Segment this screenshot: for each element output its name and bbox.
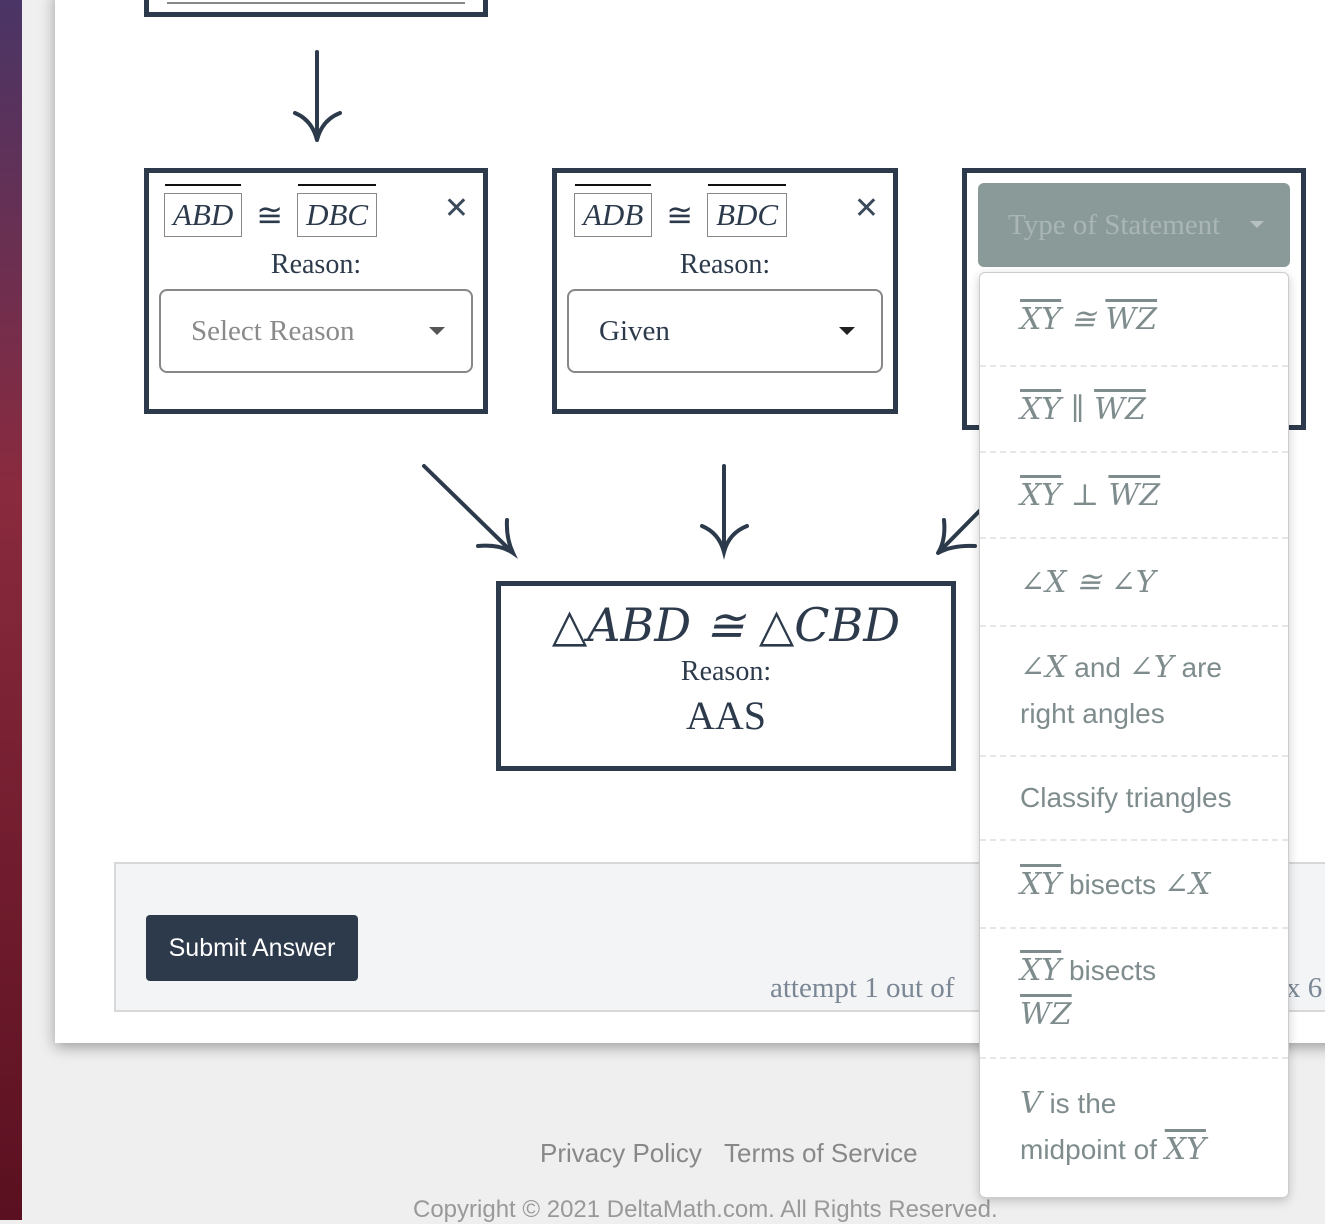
segment-left[interactable]: ADB — [574, 184, 653, 237]
menu-item-congruent-segments[interactable]: XY ≅ WZ — [980, 273, 1288, 367]
option-label: ∠X and ∠Y are right angles — [1020, 650, 1222, 729]
type-of-statement-menu: XY ≅ WZ XY ∥ WZ XY ⊥ WZ ∠X ≅ ∠Y ∠X and ∠… — [979, 272, 1289, 1198]
type-placeholder: Type of Statement — [1008, 209, 1221, 241]
reason-label: Reason: — [679, 249, 771, 280]
menu-item-congruent-angles[interactable]: ∠X ≅ ∠Y — [980, 539, 1288, 627]
close-icon[interactable]: ✕ — [854, 191, 879, 226]
attempt-text-right: x 6 — [1286, 972, 1323, 1004]
type-of-statement-button[interactable]: Type of Statement — [978, 183, 1290, 267]
conclusion-statement: △ABD ≅ △CBD — [551, 598, 901, 652]
option-label: XY bisects ∠X — [1020, 866, 1211, 902]
statement-box-2: ADB ≅ BDC ✕ Reason: Given — [552, 168, 898, 414]
attempt-text: attempt 1 out of — [770, 972, 955, 1004]
reason-label: Reason: — [680, 656, 772, 687]
menu-item-right-angles[interactable]: ∠X and ∠Y are right angles — [980, 627, 1288, 757]
segment-left[interactable]: ABD — [164, 184, 243, 237]
chevron-down-icon — [839, 327, 855, 335]
congruent-symbol: ≅ — [666, 197, 694, 233]
segment-right[interactable]: DBC — [297, 184, 378, 237]
congruent-symbol: ≅ — [256, 197, 284, 233]
menu-item-midpoint[interactable]: V is the midpoint of XY — [980, 1059, 1288, 1195]
option-label: ∠X ≅ ∠Y — [1020, 564, 1156, 600]
desktop-edge — [0, 0, 22, 1220]
menu-item-bisects-angle[interactable]: XY bisects ∠X — [980, 841, 1288, 929]
reason-select[interactable]: Select Reason — [159, 289, 473, 373]
submit-answer-button[interactable]: Submit Answer — [146, 915, 358, 981]
menu-item-bisects-segment[interactable]: XY bisects WZ — [980, 929, 1288, 1059]
option-label: XY bisects WZ — [1020, 953, 1157, 1032]
menu-item-parallel-segments[interactable]: XY ∥ WZ — [980, 367, 1288, 453]
segment-right[interactable]: BDC — [707, 184, 788, 237]
reason-value: Given — [599, 314, 670, 347]
option-label: V is the midpoint of XY — [1020, 1086, 1206, 1167]
reason-label: Reason: — [270, 249, 362, 280]
statement-box-1: ABD ≅ DBC ✕ Reason: Select Reason — [144, 168, 488, 414]
chevron-down-icon — [429, 327, 445, 335]
option-label: XY ⊥ WZ — [1020, 477, 1161, 513]
option-label: XY ≅ WZ — [1020, 301, 1158, 337]
reason-value: AAS — [685, 693, 767, 738]
option-label: Classify triangles — [1020, 782, 1232, 813]
previous-statement-box — [144, 0, 488, 17]
conclusion-box: △ABD ≅ △CBD Reason: AAS — [496, 581, 956, 771]
menu-item-classify-triangles[interactable]: Classify triangles — [980, 757, 1288, 841]
privacy-policy-link[interactable]: Privacy Policy — [540, 1138, 702, 1169]
reason-select[interactable]: Given — [567, 289, 883, 373]
menu-item-perpendicular-segments[interactable]: XY ⊥ WZ — [980, 453, 1288, 539]
arrows-to-conclusion — [422, 464, 1012, 560]
close-icon[interactable]: ✕ — [444, 191, 469, 226]
reason-value: Select Reason — [191, 314, 355, 347]
option-label: XY ∥ WZ — [1020, 391, 1146, 427]
terms-link[interactable]: Terms of Service — [724, 1138, 918, 1169]
chevron-down-icon — [1250, 221, 1264, 228]
